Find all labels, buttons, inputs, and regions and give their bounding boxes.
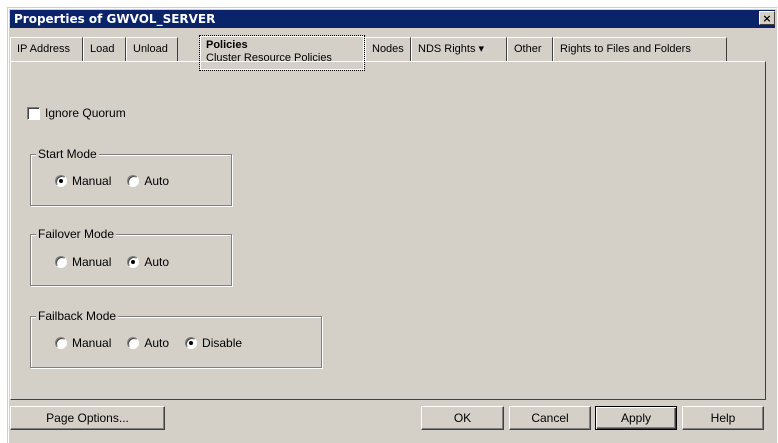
failover-mode-manual-option[interactable]: Manual bbox=[55, 255, 111, 269]
tab-label: NDS Rights ▾ bbox=[418, 43, 485, 55]
radio-label: Auto bbox=[144, 336, 170, 350]
help-button[interactable]: Help bbox=[682, 406, 764, 430]
failover-mode-auto-radio[interactable] bbox=[127, 256, 140, 268]
failover-mode-options: Manual Auto bbox=[55, 255, 185, 269]
tab-nodes[interactable]: Nodes bbox=[365, 37, 411, 61]
radio-label: Auto bbox=[144, 174, 170, 188]
apply-button[interactable]: Apply bbox=[595, 406, 677, 430]
start-mode-label: Start Mode bbox=[36, 147, 99, 161]
tab-label: Unload bbox=[133, 43, 168, 55]
tab-other[interactable]: Other bbox=[507, 37, 553, 61]
tab-label: Nodes bbox=[372, 43, 404, 55]
tab-rights-to-files-and-folders[interactable]: Rights to Files and Folders bbox=[553, 37, 727, 61]
radio-label: Manual bbox=[72, 174, 112, 188]
start-mode-options: Manual Auto bbox=[55, 174, 185, 188]
failback-mode-disable-radio[interactable] bbox=[185, 337, 198, 349]
failback-mode-auto-radio[interactable] bbox=[127, 337, 140, 349]
failback-mode-manual-radio[interactable] bbox=[55, 337, 67, 349]
failback-mode-label: Failback Mode bbox=[36, 309, 119, 323]
failback-mode-manual-option[interactable]: Manual bbox=[55, 336, 111, 350]
failover-mode-auto-option[interactable]: Auto bbox=[127, 255, 169, 269]
tab-label: Policies bbox=[206, 39, 248, 51]
failback-mode-options: Manual Auto Disable bbox=[55, 336, 258, 350]
start-mode-auto-option[interactable]: Auto bbox=[127, 174, 169, 188]
start-mode-auto-radio[interactable] bbox=[127, 175, 140, 187]
tab-nds-rights[interactable]: NDS Rights ▾ bbox=[411, 37, 507, 61]
button-label: OK bbox=[453, 411, 472, 425]
tab-unload[interactable]: Unload bbox=[126, 37, 178, 61]
close-button[interactable]: × bbox=[759, 11, 775, 25]
ignore-quorum-label: Ignore Quorum bbox=[45, 106, 126, 120]
tab-ip-address[interactable]: IP Address bbox=[10, 37, 83, 61]
failback-mode-disable-option[interactable]: Disable bbox=[185, 336, 242, 350]
radio-label: Disable bbox=[202, 336, 243, 350]
radio-label: Manual bbox=[72, 336, 112, 350]
failover-mode-label: Failover Mode bbox=[36, 227, 117, 241]
start-mode-manual-radio[interactable] bbox=[55, 175, 67, 187]
cancel-button[interactable]: Cancel bbox=[509, 406, 591, 430]
tab-label: Rights to Files and Folders bbox=[560, 43, 691, 55]
title-bar: Properties of GWVOL_SERVER × bbox=[10, 10, 775, 28]
tab-label: Load bbox=[90, 43, 115, 55]
page-options-button[interactable]: Page Options... bbox=[10, 406, 165, 430]
window-title: Properties of GWVOL_SERVER bbox=[14, 12, 216, 26]
close-icon: × bbox=[762, 12, 772, 25]
radio-label: Auto bbox=[144, 255, 170, 269]
tab-label: IP Address bbox=[17, 43, 70, 55]
ok-button[interactable]: OK bbox=[421, 406, 504, 430]
button-label: Cancel bbox=[531, 411, 569, 425]
ignore-quorum-checkbox-row[interactable]: Ignore Quorum bbox=[27, 106, 126, 120]
ignore-quorum-checkbox[interactable] bbox=[27, 106, 40, 120]
failback-mode-auto-option[interactable]: Auto bbox=[127, 336, 169, 350]
radio-label: Manual bbox=[72, 255, 112, 269]
button-label: Apply bbox=[620, 411, 652, 425]
start-mode-manual-option[interactable]: Manual bbox=[55, 174, 111, 188]
failover-mode-manual-radio[interactable] bbox=[55, 256, 67, 268]
tab-label: Other bbox=[514, 43, 542, 55]
button-label: Page Options... bbox=[46, 411, 129, 425]
button-label: Help bbox=[710, 411, 736, 425]
tab-load[interactable]: Load bbox=[83, 37, 126, 61]
